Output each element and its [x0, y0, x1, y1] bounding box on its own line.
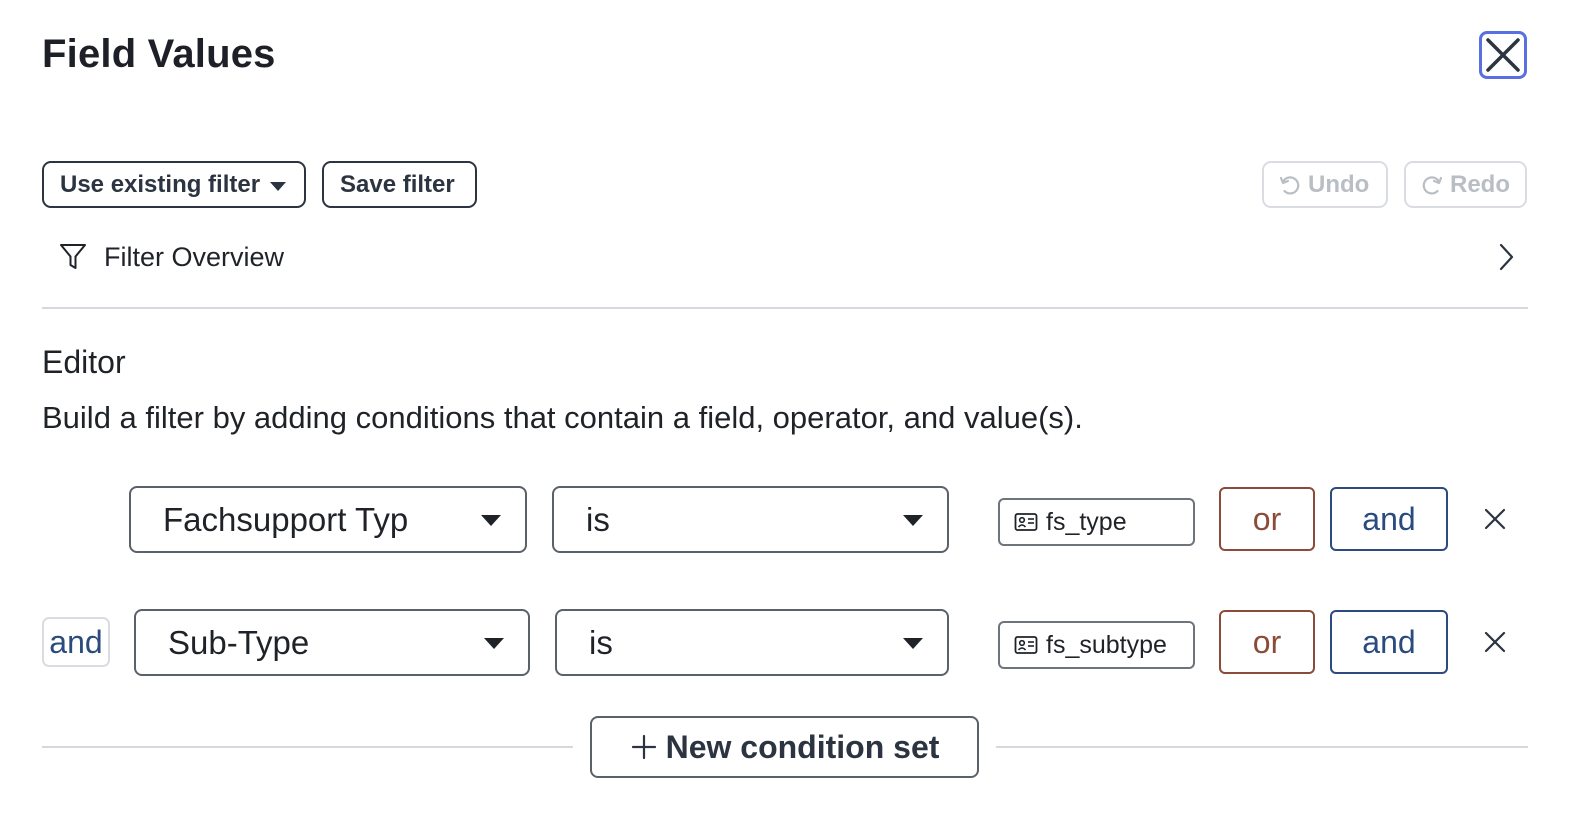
close-icon — [1484, 631, 1506, 653]
add-or-button[interactable]: or — [1219, 487, 1315, 551]
value-token[interactable]: fs_type — [998, 498, 1195, 546]
close-icon — [1484, 508, 1506, 530]
use-existing-filter-label: Use existing filter — [60, 170, 261, 198]
add-and-label: and — [1362, 623, 1416, 660]
undo-button[interactable]: Undo — [1262, 161, 1388, 208]
caret-down-icon — [270, 181, 287, 191]
add-or-label: or — [1252, 623, 1282, 660]
operator-select[interactable]: is — [555, 609, 949, 676]
section-divider — [42, 307, 1528, 309]
caret-down-icon — [481, 515, 501, 526]
field-select-value: Sub-Type — [168, 623, 310, 661]
operator-select[interactable]: is — [552, 486, 949, 553]
field-select[interactable]: Fachsupport Typ — [129, 486, 527, 553]
add-or-button[interactable]: or — [1219, 610, 1315, 674]
connector-label: and — [49, 623, 103, 660]
field-select-value: Fachsupport Typ — [163, 500, 409, 538]
use-existing-filter-button[interactable]: Use existing filter — [42, 161, 306, 208]
undo-icon — [1279, 175, 1300, 195]
add-or-label: or — [1252, 500, 1282, 537]
remove-condition-button[interactable] — [1479, 626, 1511, 658]
chevron-right-icon — [1499, 243, 1514, 271]
editor-heading: Editor — [42, 344, 126, 380]
remove-condition-button[interactable] — [1479, 503, 1511, 535]
new-condition-set-label: New condition set — [665, 728, 940, 765]
value-token-label: fs_type — [1046, 507, 1127, 536]
plus-icon — [630, 733, 658, 761]
undo-label: Undo — [1308, 170, 1370, 198]
add-and-button[interactable]: and — [1330, 610, 1448, 674]
close-button[interactable] — [1479, 31, 1527, 79]
caret-down-icon — [903, 638, 923, 649]
filter-overview-label: Filter Overview — [104, 241, 285, 272]
save-filter-button[interactable]: Save filter — [322, 161, 477, 208]
value-token-label: fs_subtype — [1046, 630, 1167, 659]
divider-left — [42, 746, 573, 748]
filter-overview-toggle[interactable]: Filter Overview — [58, 232, 1528, 282]
dialog-title: Field Values — [42, 32, 276, 76]
redo-icon — [1422, 175, 1443, 195]
operator-select-value: is — [589, 623, 613, 661]
redo-button[interactable]: Redo — [1404, 161, 1527, 208]
field-id-card-icon — [1014, 513, 1038, 531]
value-token[interactable]: fs_subtype — [998, 621, 1195, 669]
field-select[interactable]: Sub-Type — [134, 609, 530, 676]
filter-funnel-icon — [60, 244, 86, 269]
divider-right — [996, 746, 1528, 748]
field-id-card-icon — [1014, 636, 1038, 654]
operator-select-value: is — [586, 500, 610, 538]
add-and-label: and — [1362, 500, 1416, 537]
redo-label: Redo — [1450, 170, 1510, 198]
new-condition-set-button[interactable]: New condition set — [590, 716, 979, 778]
caret-down-icon — [903, 515, 923, 526]
add-and-button[interactable]: and — [1330, 487, 1448, 551]
caret-down-icon — [484, 638, 504, 649]
save-filter-label: Save filter — [340, 170, 455, 198]
close-icon — [1486, 38, 1520, 72]
connector-badge: and — [42, 617, 110, 667]
editor-description: Build a filter by adding conditions that… — [42, 400, 1083, 435]
